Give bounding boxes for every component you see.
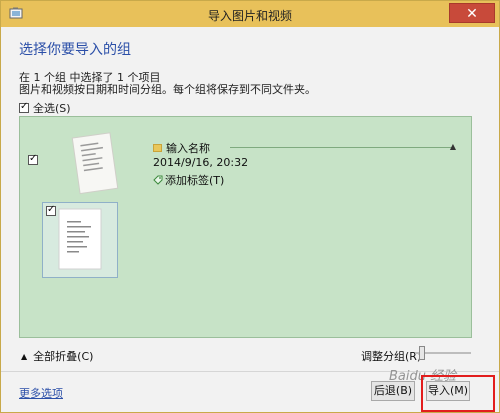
slider-thumb[interactable] <box>419 346 425 360</box>
group-thumbnail <box>71 132 119 195</box>
select-all-checkbox[interactable]: 全选(S) <box>19 100 71 116</box>
collapse-group-icon[interactable]: ▲ <box>448 142 458 152</box>
group-panel: 输入名称 ▲ 2014/9/16, 20:32 添加标签(T) <box>19 116 472 338</box>
dialog-content: 选择你要导入的组 在 1 个组 中选择了 1 个项目 图片和视频按日期和时间分组… <box>1 27 499 412</box>
page-title: 选择你要导入的组 <box>19 42 131 58</box>
back-button[interactable]: 后退(B) <box>371 381 415 401</box>
collapse-all-label: 全部折叠(C) <box>33 350 94 363</box>
group-divider <box>230 147 452 148</box>
collapse-all-button[interactable]: ▲ 全部折叠(C) <box>21 348 93 364</box>
close-button[interactable]: ✕ <box>449 3 495 23</box>
select-all-label: 全选(S) <box>33 102 71 115</box>
folder-icon <box>153 144 162 152</box>
select-all-check-icon[interactable] <box>19 101 29 113</box>
title-bar[interactable]: 导入图片和视频 ✕ <box>1 1 499 27</box>
group-checkbox[interactable] <box>28 153 38 165</box>
group-name-field[interactable]: 输入名称 <box>153 140 210 156</box>
photo-item-tile[interactable] <box>42 202 118 278</box>
add-tag-label: 添加标签(T) <box>165 174 225 187</box>
close-icon: ✕ <box>466 6 478 22</box>
group-date: 2014/9/16, 20:32 <box>153 156 249 169</box>
grouping-description: 图片和视频按日期和时间分组。每个组将保存到不同文件夹。 <box>19 83 316 96</box>
window-title: 导入图片和视频 <box>207 9 292 23</box>
group-name-text: 输入名称 <box>166 142 210 155</box>
chevron-up-icon: ▲ <box>21 351 28 361</box>
import-dialog-window: 导入图片和视频 ✕ 选择你要导入的组 在 1 个组 中选择了 1 个项目 图片和… <box>0 0 500 413</box>
highlight-annotation <box>421 375 495 412</box>
add-tag-link[interactable]: 添加标签(T) <box>153 172 224 188</box>
more-options-link[interactable]: 更多选项 <box>19 385 63 401</box>
photo-item-checkbox[interactable] <box>46 204 56 216</box>
tag-icon <box>153 175 163 185</box>
group-size-slider[interactable] <box>415 345 471 361</box>
photo-thumbnail <box>58 208 102 270</box>
